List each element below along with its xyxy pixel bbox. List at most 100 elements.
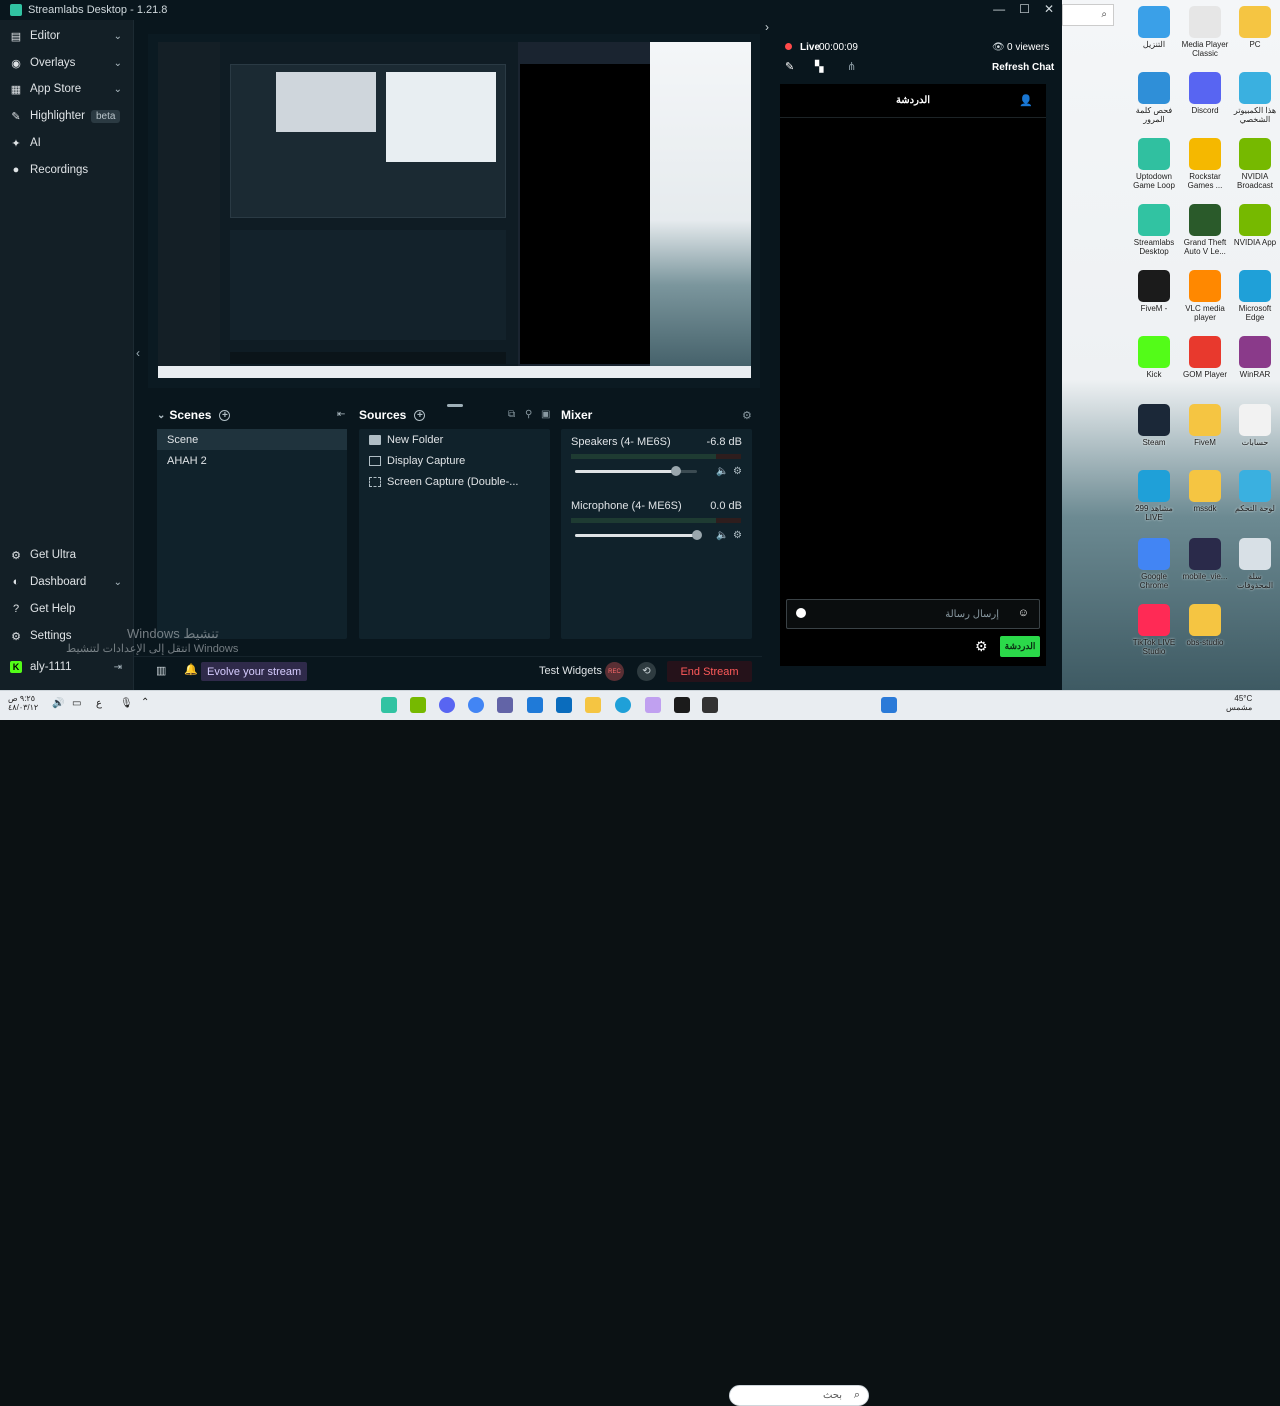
source-item[interactable]: New Folder <box>359 429 550 450</box>
chevron-up-icon[interactable]: ⌃ <box>141 697 149 708</box>
desktop-icon[interactable]: GOM Player <box>1179 336 1231 379</box>
minimize-button[interactable]: — <box>993 2 1005 16</box>
chat-send-button[interactable]: الدردشة <box>1000 636 1040 657</box>
desktop-icon[interactable]: NVIDIA Broadcast <box>1229 138 1280 190</box>
refresh-chat-button[interactable]: Refresh Chat <box>992 62 1054 73</box>
network-icon[interactable]: ▭ <box>72 698 81 709</box>
speaker-mute-icon[interactable]: 🔈 <box>716 530 728 541</box>
sidebar-item-recordings[interactable]: ● Recordings <box>0 157 134 183</box>
volume-fader[interactable] <box>575 530 702 540</box>
desktop-icon[interactable]: mobile_vie... <box>1179 538 1231 581</box>
desktop-icon[interactable]: NVIDIA App <box>1229 204 1280 247</box>
close-button[interactable]: ✕ <box>1044 2 1054 16</box>
desktop-icon[interactable]: Microsoft Edge <box>1229 270 1280 322</box>
chevron-right-icon[interactable]: › <box>765 20 769 34</box>
fivem-taskbar-icon[interactable] <box>674 697 690 713</box>
desktop-icon[interactable]: Kick <box>1128 336 1180 379</box>
desktop-icon[interactable]: Discord <box>1179 72 1231 115</box>
desktop-icon[interactable]: حسابات <box>1229 404 1280 447</box>
stream-preview[interactable] <box>158 42 751 378</box>
share-icon[interactable]: ⋔ <box>847 60 856 73</box>
speaker-mute-icon[interactable]: 🔈 <box>716 466 728 477</box>
desktop-icon[interactable]: FiveM - <box>1128 270 1180 313</box>
notifications-icon[interactable]: 🔔 <box>184 663 198 676</box>
chevron-down-icon[interactable]: ⌄ <box>157 410 165 421</box>
clock[interactable]: ٩:٢٥ ص ٤٨/٠٣/١٢ <box>8 694 38 712</box>
desktop-icon[interactable]: Grand Theft Auto V Le... <box>1179 204 1231 256</box>
source-properties-icon[interactable]: ⧉ <box>508 409 515 420</box>
record-button[interactable]: REC <box>605 662 624 681</box>
edit-stream-icon[interactable]: ✎ <box>785 60 794 73</box>
sidebar-item-highlighter[interactable]: ✎ Highlighter beta <box>0 103 134 129</box>
resize-handle[interactable] <box>447 404 463 407</box>
terminal-taskbar-icon[interactable] <box>702 697 718 713</box>
windows-start-icon[interactable] <box>881 697 897 713</box>
taskbar-search[interactable]: بحث ⌕ <box>729 1385 869 1406</box>
sidebar-item-ai[interactable]: ✦ AI <box>0 130 134 156</box>
streamlabs-taskbar-icon[interactable] <box>381 697 397 713</box>
weather-widget[interactable]: 45°C مشمس <box>1226 694 1252 712</box>
desktop-icon[interactable]: TikTok LIVE Studio <box>1128 604 1180 656</box>
replay-buffer-button[interactable]: ⟲ <box>637 662 656 681</box>
store-taskbar-icon[interactable] <box>556 697 572 713</box>
logout-icon[interactable]: ⇥ <box>114 662 122 673</box>
sidebar-item-get-ultra[interactable]: ⚙ Get Ultra <box>0 542 134 568</box>
desktop-icon[interactable]: Streamlabs Desktop <box>1128 204 1180 256</box>
desktop-icon[interactable]: mssdk <box>1179 470 1231 513</box>
microphone-icon[interactable]: 🎙 <box>120 698 133 709</box>
outlook-taskbar-icon[interactable] <box>527 697 543 713</box>
desktop-icon[interactable]: فحص كلمة المرور <box>1128 72 1180 124</box>
channel-settings-icon[interactable]: ⚙ <box>733 466 742 477</box>
chat-users-icon[interactable]: 👤 <box>1019 94 1033 107</box>
desktop-icon[interactable]: Media Player Classic <box>1179 6 1231 58</box>
nvidia-taskbar-icon[interactable] <box>410 697 426 713</box>
chat-message-input[interactable]: إرسال رسالة ☺ <box>786 599 1040 629</box>
volume-icon[interactable]: 🔊 <box>52 698 64 709</box>
add-scene-icon[interactable]: + <box>219 409 231 421</box>
language-indicator[interactable]: ع <box>96 698 102 709</box>
desktop-icon[interactable]: PC <box>1229 6 1280 49</box>
test-widgets-button[interactable]: Test Widgets <box>539 665 602 677</box>
edge-taskbar-icon[interactable] <box>615 697 631 713</box>
evolve-stream-button[interactable]: Evolve your stream <box>201 662 308 681</box>
sidebar-item-get-help[interactable]: ? Get Help <box>0 596 134 622</box>
search-box[interactable]: ⌕ <box>1062 4 1114 26</box>
desktop-icon[interactable]: WinRAR <box>1229 336 1280 379</box>
desktop-icon[interactable]: Rockstar Games ... <box>1179 138 1231 190</box>
user-account[interactable]: K aly-1111 ⇥ <box>0 654 134 680</box>
source-filter-icon[interactable]: ⚲ <box>525 409 532 420</box>
stream-info-icon[interactable]: ▚ <box>815 60 823 73</box>
desktop-icon[interactable]: لوحة التحكم <box>1229 470 1280 513</box>
desktop-icon[interactable]: 299 مشاهد LIVE <box>1128 470 1180 522</box>
desktop-icon[interactable]: سلة المحذوفات <box>1229 538 1280 590</box>
channel-settings-icon[interactable]: ⚙ <box>733 530 742 541</box>
copilot-taskbar-icon[interactable] <box>645 697 661 713</box>
teams-taskbar-icon[interactable] <box>497 697 513 713</box>
maximize-button[interactable]: ☐ <box>1019 2 1030 16</box>
desktop-icon[interactable]: Steam <box>1128 404 1180 447</box>
source-item[interactable]: Screen Capture (Double-... <box>359 471 550 492</box>
explorer-taskbar-icon[interactable] <box>585 697 601 713</box>
scene-item[interactable]: AHAH 2 <box>157 450 347 471</box>
desktop-icon[interactable]: هذا الكمبيوتر الشخصي <box>1229 72 1280 124</box>
chat-settings-icon[interactable]: ⚙ <box>975 638 988 655</box>
desktop-icon[interactable]: Google Chrome <box>1128 538 1180 590</box>
desktop-icon[interactable]: FiveM <box>1179 404 1231 447</box>
points-icon[interactable] <box>796 608 806 618</box>
add-folder-icon[interactable]: ▣ <box>541 409 550 420</box>
end-stream-button[interactable]: End Stream <box>667 661 752 682</box>
volume-fader[interactable] <box>575 466 697 476</box>
sidebar-item-editor[interactable]: ▤ Editor ⌄ <box>0 23 134 49</box>
source-item[interactable]: Display Capture <box>359 450 550 471</box>
sidebar-item-app-store[interactable]: ▦ App Store ⌄ <box>0 76 134 102</box>
discord-taskbar-icon[interactable] <box>439 697 455 713</box>
desktop-icon[interactable]: التنزيل <box>1128 6 1180 49</box>
chrome-taskbar-icon[interactable] <box>468 697 484 713</box>
sidebar-item-overlays[interactable]: ◉ Overlays ⌄ <box>0 50 134 76</box>
mixer-settings-icon[interactable]: ⚙ <box>742 409 752 422</box>
desktop-icon[interactable]: Uptodown Game Loop <box>1128 138 1180 190</box>
add-source-icon[interactable]: + <box>414 409 426 421</box>
desktop-icon[interactable]: obs-studio <box>1179 604 1231 647</box>
desktop-icon[interactable]: VLC media player <box>1179 270 1231 322</box>
chevron-left-icon[interactable]: ‹ <box>136 346 140 360</box>
